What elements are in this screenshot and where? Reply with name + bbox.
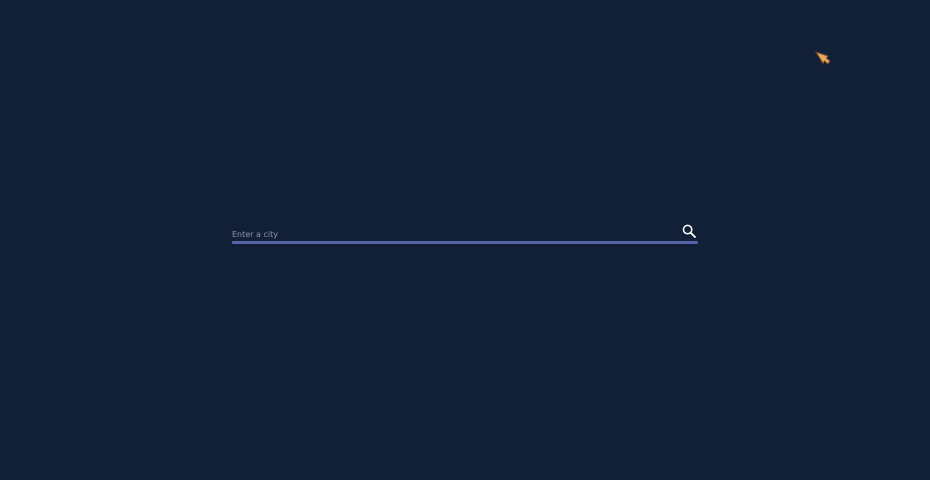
city-search bbox=[232, 222, 698, 244]
search-button[interactable] bbox=[681, 224, 697, 240]
search-icon bbox=[682, 224, 696, 241]
page: { "search": { "placeholder": "Enter a ci… bbox=[0, 0, 930, 480]
hand-pointer-icon bbox=[814, 50, 832, 68]
city-search-input[interactable] bbox=[232, 222, 672, 241]
search-underline bbox=[232, 241, 698, 244]
